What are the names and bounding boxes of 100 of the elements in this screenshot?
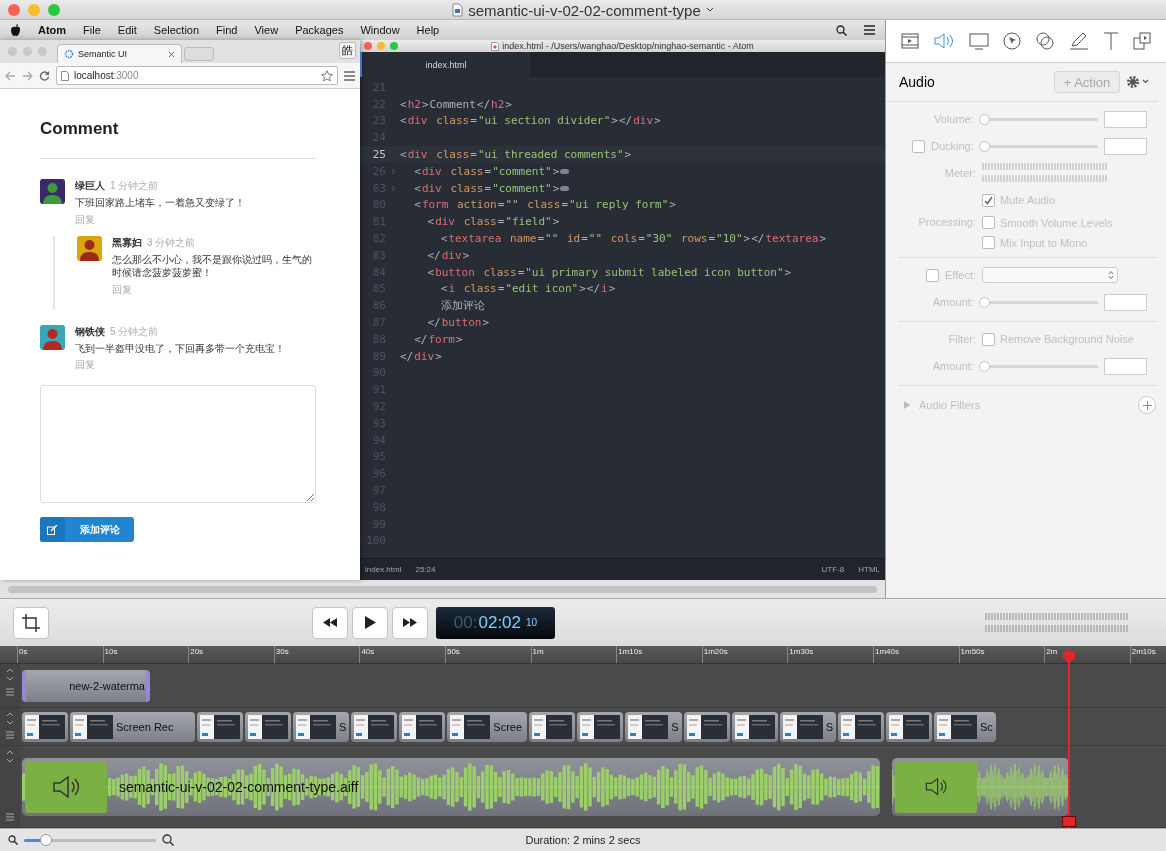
- video-clip[interactable]: [577, 711, 624, 742]
- video-clip[interactable]: [245, 711, 291, 742]
- comment-time: 5 分钟之前: [110, 324, 159, 339]
- fold-marker-icon[interactable]: [560, 185, 570, 191]
- code-line: <i class="edit icon"></i>: [439, 282, 616, 296]
- end-marker[interactable]: [1062, 816, 1076, 827]
- line-number: 25: [371, 148, 386, 162]
- browser-tab[interactable]: Semantic UI: [57, 44, 182, 63]
- menu-item[interactable]: Window: [360, 24, 400, 36]
- menu-item[interactable]: Find: [216, 24, 238, 36]
- comment-field[interactable]: [40, 385, 316, 503]
- ruler-label: 0s: [17, 646, 103, 663]
- video-clip[interactable]: Sc: [934, 711, 996, 742]
- video-clip[interactable]: Scree: [447, 711, 528, 742]
- edit-icon: [47, 524, 58, 535]
- track-controls-icon[interactable]: [6, 712, 14, 740]
- ruler-label: 1m10s: [616, 646, 702, 663]
- ruler-label: 2m10s: [1129, 646, 1166, 663]
- reload-icon[interactable]: [39, 70, 50, 81]
- audio-clip[interactable]: semantic-ui-v-02-02-comment-type.aiff: [22, 757, 880, 816]
- forward-icon[interactable]: [22, 70, 33, 81]
- ruler-label: 1m30s: [787, 646, 873, 663]
- clip-label: semantic-ui-v-02-02-comment-type.aiff: [119, 778, 359, 795]
- menu-item[interactable]: Help: [416, 24, 440, 36]
- grammar-label[interactable]: HTML: [858, 565, 880, 574]
- video-clip[interactable]: Screen Rec: [70, 711, 195, 742]
- video-clip[interactable]: [351, 711, 398, 742]
- window-title: semantic-ui-v-02-02-comment-type: [468, 1, 701, 19]
- stepper-icon: [1108, 270, 1114, 280]
- menu-item[interactable]: Selection: [153, 24, 200, 36]
- menu-item[interactable]: Edit: [117, 24, 137, 36]
- window-title: index.html - /Users/wanghao/Desktop/ninghao-semantic - Atom: [502, 41, 754, 51]
- panel-title: Audio: [899, 74, 936, 90]
- search-icon[interactable]: [836, 24, 847, 36]
- crop-button[interactable]: [13, 606, 49, 639]
- avatar-icon: [40, 179, 65, 204]
- menu-item[interactable]: Atom: [38, 24, 67, 36]
- code-line: <h2>Comment</h2>: [400, 97, 512, 111]
- video-clip[interactable]: [838, 711, 885, 742]
- code-line: <textarea name="" id="" cols="30" rows="10"></textarea>: [439, 232, 827, 246]
- ruler-label: 10s: [102, 646, 189, 663]
- ruler-label: 40s: [359, 646, 445, 663]
- comment-time: 3 分钟之前: [147, 235, 196, 250]
- list-icon[interactable]: [864, 25, 875, 35]
- play-button[interactable]: [352, 606, 388, 639]
- code-line: 添加评论: [439, 298, 485, 314]
- video-clip[interactable]: [197, 711, 243, 742]
- star-icon[interactable]: [321, 69, 333, 82]
- video-clip[interactable]: [22, 711, 68, 742]
- video-clip[interactable]: [683, 711, 730, 742]
- add-comment-button[interactable]: 添加评论: [40, 517, 134, 542]
- video-clip[interactable]: S: [625, 711, 682, 742]
- menu-icon[interactable]: [344, 70, 355, 81]
- code-line: <div class="comment">: [400, 164, 570, 178]
- code-line: </form>: [413, 332, 463, 346]
- avatar-icon: [40, 324, 65, 350]
- code-line: </button>: [426, 316, 490, 330]
- address-field[interactable]: localhost:3000: [56, 66, 338, 85]
- rewind-button[interactable]: [312, 606, 348, 639]
- fold-marker-icon[interactable]: [560, 168, 570, 174]
- track-controls-icon[interactable]: [6, 668, 14, 698]
- comment-author[interactable]: 绿巨人: [75, 179, 105, 193]
- zoom-out-icon[interactable]: [8, 835, 18, 845]
- video-clip[interactable]: S: [293, 711, 350, 742]
- comment-text: 飞到一半盔甲没电了，下回再多带一个充电宝！: [75, 341, 286, 355]
- code-line: <div class="comment">: [400, 181, 570, 195]
- ruler-label: 1m20s: [701, 646, 788, 663]
- video-clip[interactable]: [399, 711, 446, 742]
- comment-time: 1 分钟之前: [110, 179, 159, 193]
- cursor-position[interactable]: 25:24: [415, 565, 436, 574]
- document-icon: [452, 3, 464, 17]
- video-clip[interactable]: [731, 711, 778, 742]
- scrollbar[interactable]: [8, 585, 877, 593]
- fast-forward-button[interactable]: [392, 606, 428, 639]
- avatar-icon: [77, 235, 102, 261]
- encoding-label[interactable]: UTF-8: [821, 565, 845, 574]
- duration-label: Duration: 2 mins 2 secs: [525, 834, 641, 846]
- comment-author[interactable]: 黑寡妇: [112, 235, 142, 250]
- menu-item[interactable]: Packages: [295, 24, 344, 36]
- back-icon[interactable]: [5, 70, 16, 81]
- plus-icon: [1142, 400, 1152, 410]
- zoom-in-icon[interactable]: [162, 834, 174, 846]
- video-clip[interactable]: [529, 711, 576, 742]
- code-line: <div class="ui section divider"></div>: [400, 114, 661, 128]
- fast-forward-icon: [403, 618, 417, 627]
- close-icon[interactable]: [168, 50, 175, 58]
- extension-button[interactable]: 皓: [339, 42, 356, 59]
- playhead-handle-icon[interactable]: [1062, 651, 1076, 664]
- apple-icon[interactable]: [10, 24, 21, 36]
- overlay-clip[interactable]: new-2-waterma: [22, 669, 150, 702]
- menu-item[interactable]: View: [254, 24, 279, 36]
- slider-thumb[interactable]: [40, 833, 53, 846]
- video-clip[interactable]: [886, 711, 933, 742]
- editor-tab[interactable]: index.html: [360, 52, 530, 77]
- track-controls-icon[interactable]: [6, 750, 14, 822]
- chevron-down-icon[interactable]: [705, 7, 714, 13]
- comment-author[interactable]: 钢铁侠: [75, 324, 105, 339]
- menu-item[interactable]: File: [83, 24, 101, 36]
- status-file[interactable]: index.html: [365, 565, 402, 574]
- video-clip[interactable]: S: [779, 711, 837, 742]
